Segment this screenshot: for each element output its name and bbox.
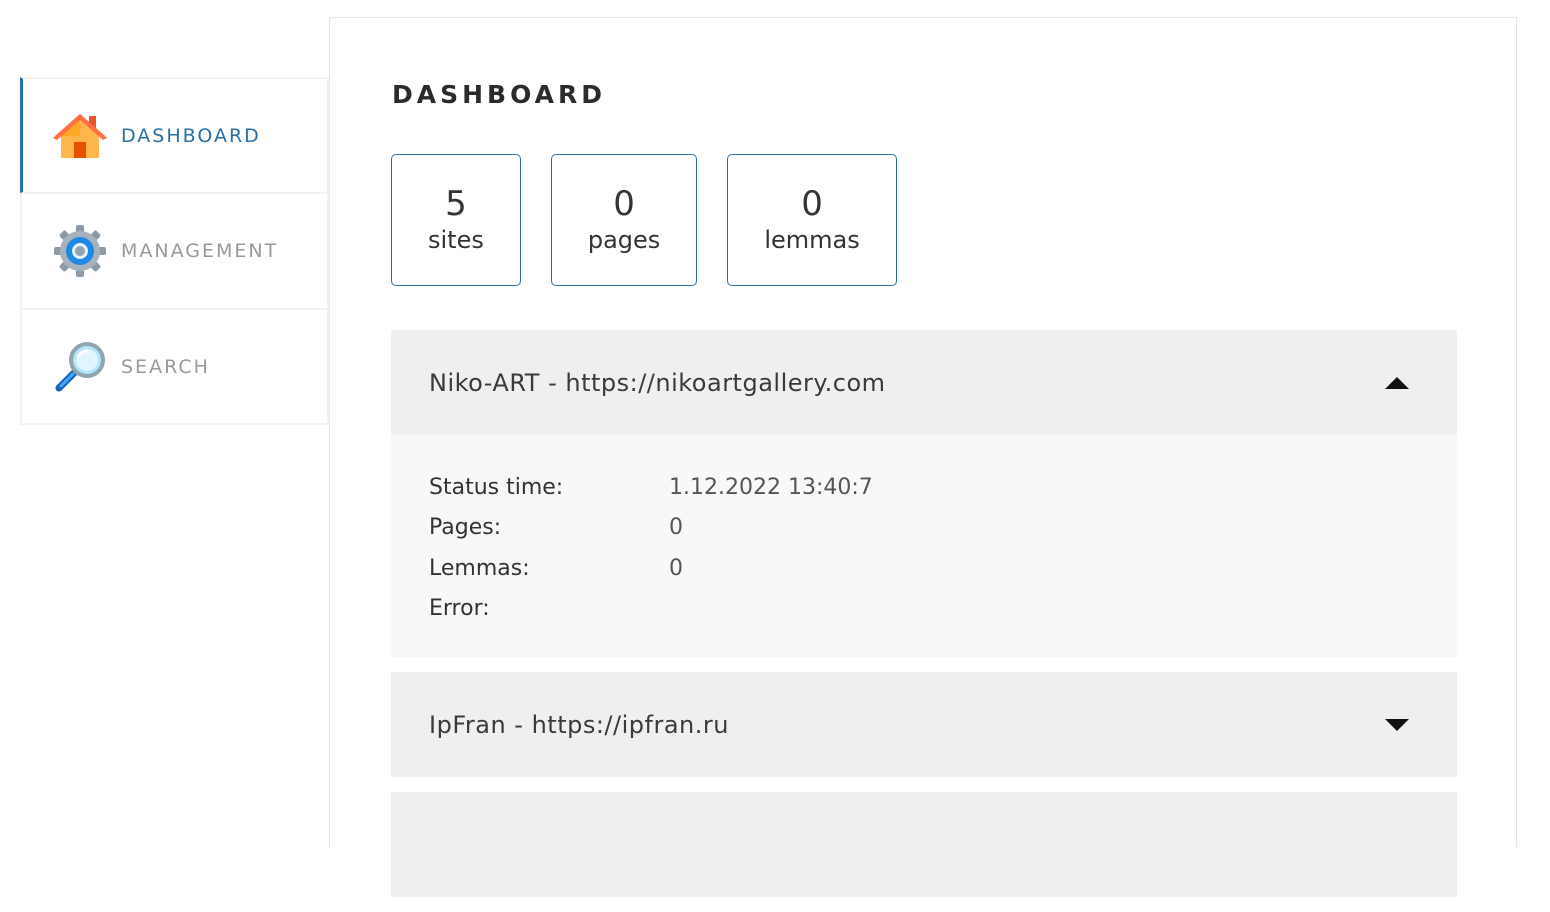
site-panel-header[interactable]: IpFran - https://ipfran.ru xyxy=(391,672,1457,777)
stat-card-sites: 5 sites xyxy=(391,154,521,286)
stat-label: pages xyxy=(587,225,661,254)
magnifier-icon xyxy=(52,339,108,395)
stat-value: 0 xyxy=(801,184,823,224)
nav-label-dashboard: DASHBOARD xyxy=(121,124,261,147)
nav-label-search: SEARCH xyxy=(121,355,210,378)
home-icon xyxy=(52,108,108,164)
detail-key: Pages: xyxy=(429,515,502,541)
site-panel-body: Status time: 1.12.2022 13:40:7 Pages: 0 … xyxy=(391,435,1457,657)
stat-card-pages: 0 pages xyxy=(550,154,698,286)
stats-row: 5 sites 0 pages 0 lemmas xyxy=(391,154,897,286)
detail-row-error: Error: xyxy=(429,589,1419,630)
caret-up-icon[interactable] xyxy=(1385,376,1409,389)
page-title: DASHBOARD xyxy=(392,80,607,109)
detail-value: 0 xyxy=(669,555,683,581)
site-panel-header[interactable]: Niko-ART - https://nikoartgallery.com xyxy=(391,330,1457,435)
stat-value: 0 xyxy=(613,184,635,224)
stat-card-lemmas: 0 lemmas xyxy=(727,154,897,286)
gear-icon xyxy=(52,223,108,279)
caret-down-icon[interactable] xyxy=(1385,718,1409,731)
main-panel: DASHBOARD 5 sites 0 pages 0 lemmas Niko-… xyxy=(329,17,1517,897)
stat-label: sites xyxy=(428,225,484,254)
detail-value: 0 xyxy=(669,515,683,541)
detail-key: Lemmas: xyxy=(429,555,530,581)
stat-label: lemmas xyxy=(764,225,860,254)
nav-item-search[interactable]: SEARCH xyxy=(20,309,329,425)
site-panel xyxy=(391,792,1457,897)
detail-value: 1.12.2022 13:40:7 xyxy=(669,474,873,500)
sidebar: DASHBOARD MANAGEMENT SEARCH xyxy=(20,77,329,425)
site-panel: Niko-ART - https://nikoartgallery.com St… xyxy=(391,330,1457,657)
stat-value: 5 xyxy=(445,184,467,224)
site-panel-header[interactable] xyxy=(391,792,1457,897)
nav-item-management[interactable]: MANAGEMENT xyxy=(20,193,329,309)
detail-key: Error: xyxy=(429,596,490,622)
nav-item-dashboard[interactable]: DASHBOARD xyxy=(20,77,329,193)
detail-row-status-time: Status time: 1.12.2022 13:40:7 xyxy=(429,467,1419,508)
site-panel: IpFran - https://ipfran.ru xyxy=(391,672,1457,777)
site-title: IpFran - https://ipfran.ru xyxy=(429,710,729,739)
detail-row-lemmas: Lemmas: 0 xyxy=(429,548,1419,589)
site-title: Niko-ART - https://nikoartgallery.com xyxy=(429,368,886,397)
detail-key: Status time: xyxy=(429,474,564,500)
sites-accordion: Niko-ART - https://nikoartgallery.com St… xyxy=(391,330,1457,912)
detail-row-pages: Pages: 0 xyxy=(429,508,1419,549)
nav-label-management: MANAGEMENT xyxy=(121,240,279,262)
